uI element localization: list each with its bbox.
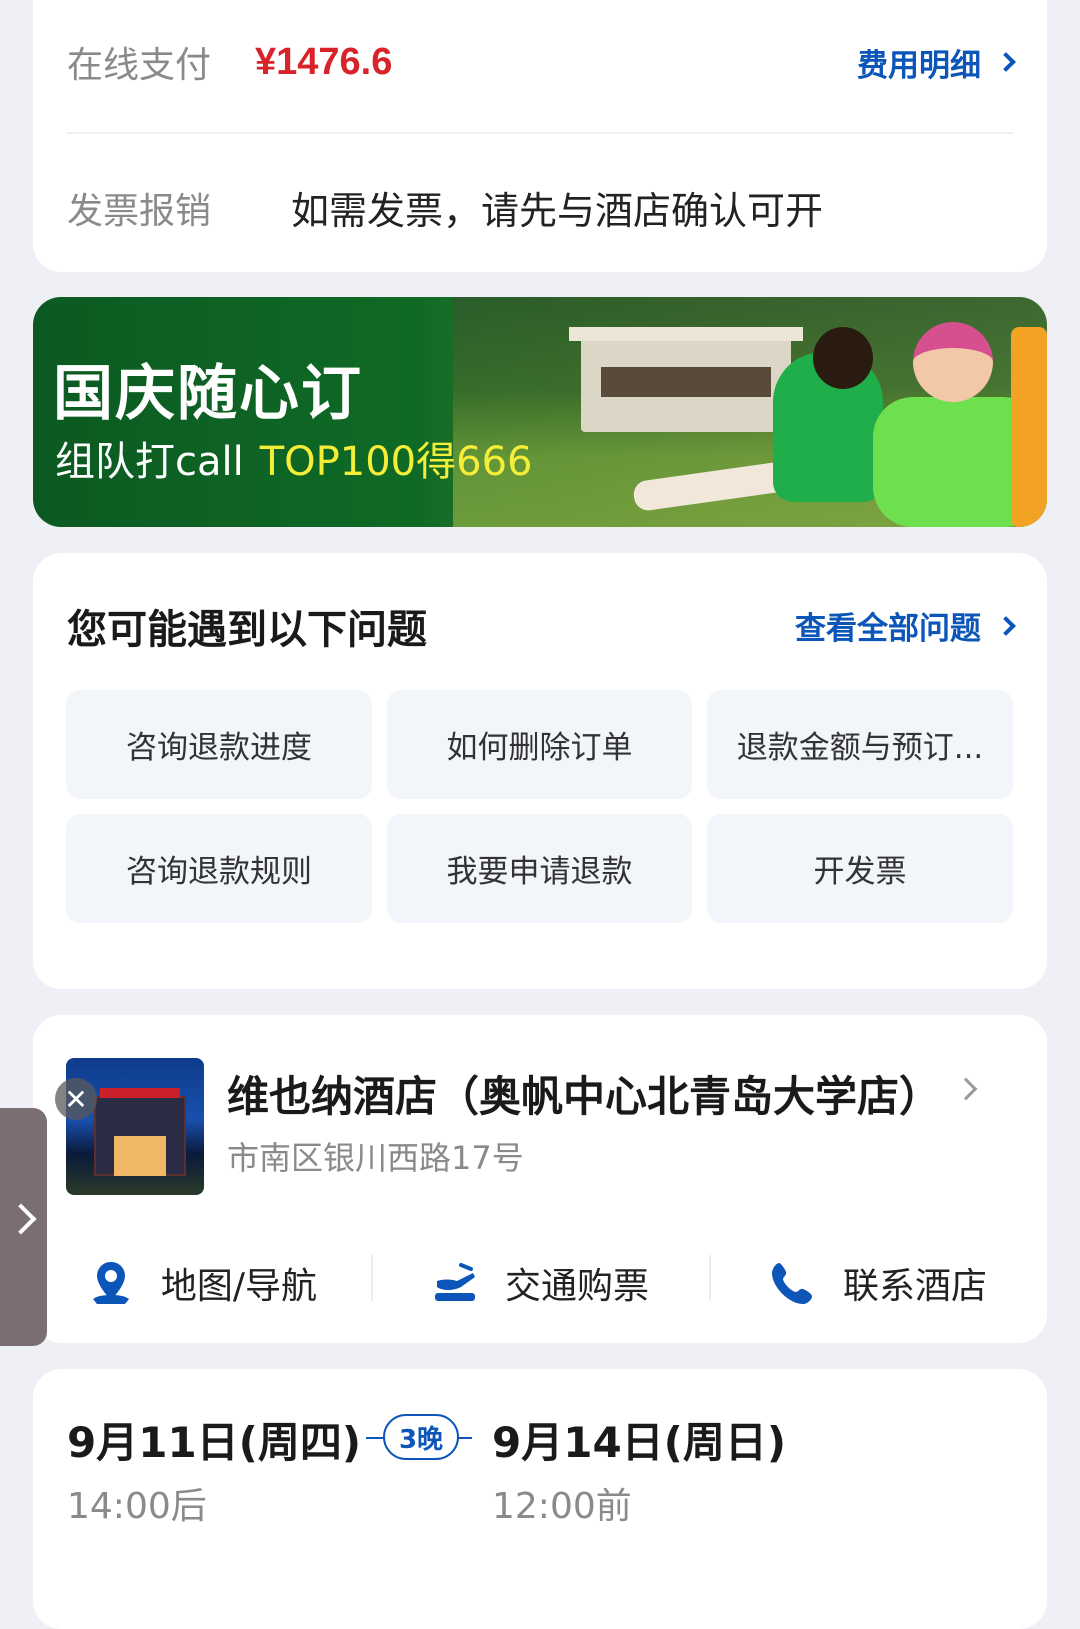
invoice-row: 发票报销 如需发票，请先与酒店确认可开	[67, 180, 1013, 235]
view-all-label: 查看全部问题	[795, 611, 981, 647]
payment-row: 在线支付 ¥1476.6 费用明细	[67, 36, 1016, 88]
chevron-right-icon	[996, 615, 1016, 636]
payment-label: 在线支付	[67, 45, 212, 86]
fee-detail-link[interactable]: 费用明细	[857, 40, 1016, 85]
map-navigation-label: 地图/导航	[160, 1266, 318, 1307]
transport-ticket-button[interactable]: 交通购票	[371, 1243, 709, 1323]
contact-hotel-label: 联系酒店	[842, 1266, 987, 1307]
checkin-time: 14:00后	[67, 1486, 207, 1527]
banner-drink-image	[1011, 327, 1047, 527]
promo-banner[interactable]: 国庆随心订 组队打call TOP100得666	[33, 297, 1047, 527]
chevron-right-icon[interactable]	[954, 1077, 978, 1101]
close-icon[interactable]: ✕	[55, 1078, 97, 1120]
faq-grid: 咨询退款进度 如何删除订单 退款金额与预订... 咨询退款规则 我要申请退款 开…	[66, 690, 1013, 923]
invoice-label: 发票报销	[67, 190, 212, 232]
transport-ticket-label: 交通购票	[504, 1266, 649, 1307]
checkin-date: 9月11日(周四)	[67, 1418, 362, 1467]
payment-amount: ¥1476.6	[255, 40, 393, 83]
banner-title: 国庆随心订	[53, 359, 363, 429]
checkout-time: 12:00前	[492, 1486, 632, 1527]
hotel-card: 维也纳酒店（奥帆中心北青岛大学店） 市南区银川西路17号 地图/导航 交通购票 …	[33, 1015, 1047, 1343]
hotel-sign-image	[100, 1088, 180, 1098]
banner-person-head	[913, 322, 993, 402]
phone-icon	[771, 1263, 812, 1304]
banner-person-head	[813, 327, 873, 389]
hotel-name[interactable]: 维也纳酒店（奥帆中心北青岛大学店）	[227, 1063, 941, 1124]
floating-side-tab[interactable]	[0, 1108, 47, 1346]
faq-item-delete-order[interactable]: 如何删除订单	[387, 690, 692, 799]
transport-ticket-icon	[434, 1263, 475, 1301]
banner-house-image	[569, 327, 803, 432]
map-navigation-button[interactable]: 地图/导航	[33, 1243, 371, 1323]
hotel-actions: 地图/导航 交通购票 联系酒店	[33, 1243, 1047, 1323]
fee-detail-label: 费用明细	[857, 47, 981, 84]
faq-item-apply-refund[interactable]: 我要申请退款	[387, 814, 692, 923]
faq-card: 您可能遇到以下问题 查看全部问题 咨询退款进度 如何删除订单 退款金额与预订..…	[33, 553, 1047, 989]
faq-title: 您可能遇到以下问题	[67, 607, 427, 653]
banner-subtitle: 组队打call TOP100得666	[55, 429, 532, 487]
chevron-right-icon	[5, 1203, 37, 1235]
map-pin-icon	[92, 1262, 129, 1304]
faq-item-refund-rules[interactable]: 咨询退款规则	[66, 814, 372, 923]
faq-item-refund-amount[interactable]: 退款金额与预订...	[707, 690, 1013, 799]
faq-item-refund-progress[interactable]: 咨询退款进度	[66, 690, 372, 799]
nights-badge: 3晚	[383, 1414, 459, 1460]
view-all-questions-link[interactable]: 查看全部问题	[795, 603, 1016, 648]
stay-dates-card: 9月11日(周四) 14:00后 3晚 9月14日(周日) 12:00前	[33, 1369, 1047, 1629]
hotel-entrance-image	[114, 1136, 166, 1176]
hotel-thumbnail[interactable]	[66, 1058, 204, 1195]
contact-hotel-button[interactable]: 联系酒店	[709, 1243, 1047, 1323]
chevron-right-icon	[996, 52, 1016, 72]
banner-highlight: TOP100得666	[259, 439, 533, 485]
divider	[67, 132, 1013, 134]
faq-item-invoice[interactable]: 开发票	[707, 814, 1013, 923]
invoice-text: 如需发票，请先与酒店确认可开	[291, 189, 824, 233]
banner-subtitle-text: 组队打call	[55, 439, 244, 485]
checkout-date: 9月14日(周日)	[492, 1418, 787, 1467]
payment-card: 在线支付 ¥1476.6 费用明细 发票报销 如需发票，请先与酒店确认可开	[33, 0, 1047, 272]
hotel-address: 市南区银川西路17号	[227, 1139, 524, 1177]
